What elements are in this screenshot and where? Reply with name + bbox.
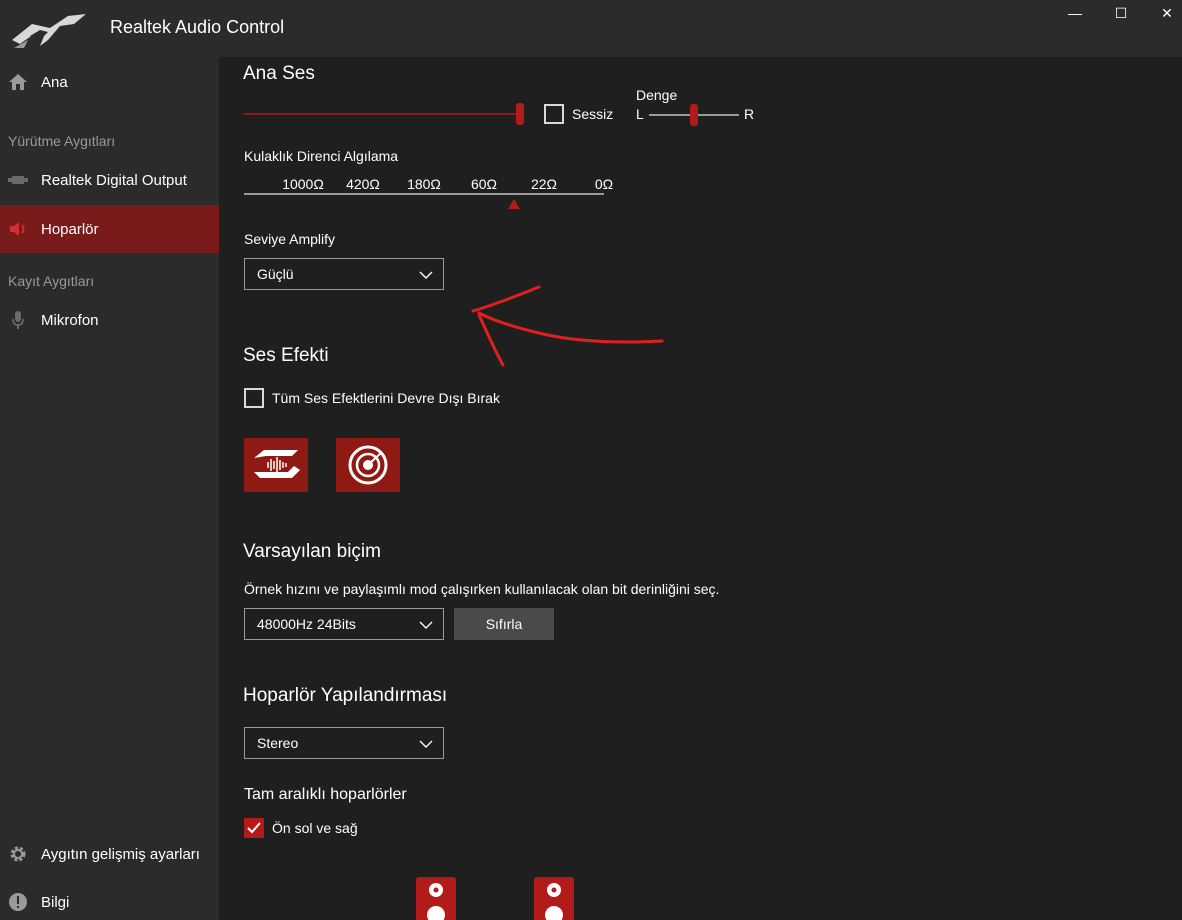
impedance-tick: 180Ω — [407, 176, 441, 192]
sonic-studio-tile[interactable] — [244, 438, 308, 492]
section-recording-devices: Kayıt Aygıtları — [8, 273, 95, 289]
minimize-button[interactable]: — — [1052, 0, 1098, 26]
section-title-default-format: Varsayılan biçim — [243, 541, 381, 562]
sidebar-item-label: Aygıtın gelişmiş ayarları — [41, 845, 200, 863]
sonic-studio-icon — [254, 450, 300, 478]
impedance-tick: 60Ω — [470, 176, 498, 192]
impedance-tick: 1000Ω — [282, 176, 324, 192]
sidebar-item-label: Bilgi — [41, 893, 70, 911]
title-bar: Realtek Audio Control — ☐ ✕ — [0, 0, 1182, 57]
dropdown-value: Stereo — [257, 735, 299, 751]
speaker-icon — [8, 219, 28, 239]
chevron-down-icon — [419, 271, 433, 279]
sidebar-item-label: Hoparlör — [41, 220, 99, 238]
front-lr-checkbox[interactable] — [244, 818, 264, 838]
home-icon — [8, 72, 28, 92]
sidebar-item-bilgi[interactable]: Bilgi — [0, 878, 219, 920]
sidebar-item-label: Ana — [41, 73, 68, 91]
sidebar-item-realtek-digital-output[interactable]: Realtek Digital Output — [0, 156, 219, 204]
sidebar-item-mikrofon[interactable]: Mikrofon — [0, 296, 219, 344]
info-icon — [8, 892, 28, 912]
disable-all-effects-checkbox[interactable] — [244, 388, 264, 408]
sidebar-item-label: Mikrofon — [41, 311, 99, 329]
digital-output-icon — [8, 170, 28, 190]
close-icon: ✕ — [1161, 4, 1173, 21]
front-lr-label: Ön sol ve sağ — [272, 820, 358, 836]
main-volume-slider-track[interactable] — [244, 113, 520, 115]
sidebar: Ana Yürütme Aygıtları Realtek Digital Ou… — [0, 57, 219, 920]
maximize-button[interactable]: ☐ — [1098, 0, 1144, 26]
dropdown-value: Güçlü — [257, 266, 294, 282]
speaker-cabinet-icon — [427, 883, 445, 920]
default-format-dropdown[interactable]: 48000Hz 24Bits — [244, 608, 444, 640]
close-button[interactable]: ✕ — [1144, 0, 1182, 26]
balance-right-label: R — [744, 106, 755, 122]
annotation-arrow-icon — [471, 285, 664, 367]
impedance-tick: 22Ω — [530, 176, 558, 192]
main-volume-slider-thumb[interactable] — [516, 103, 524, 125]
app-title: Realtek Audio Control — [110, 17, 285, 37]
impedance-tick: 420Ω — [346, 176, 380, 192]
sidebar-item-hoparlor[interactable]: Hoparlör — [0, 205, 219, 253]
amplify-title: Seviye Amplify — [244, 231, 336, 247]
speaker-config-dropdown[interactable]: Stereo — [244, 727, 444, 759]
mute-label: Sessiz — [572, 106, 614, 122]
balance-left-label: L — [636, 106, 644, 122]
minimize-icon: — — [1068, 5, 1082, 21]
impedance-title: Kulaklık Direnci Algılama — [244, 148, 399, 164]
rog-logo-icon — [12, 14, 86, 48]
mute-checkbox[interactable] — [544, 104, 564, 124]
balance-title: Denge — [636, 87, 678, 103]
checkmark-icon — [247, 822, 261, 834]
main-panel: Ana Ses Sessiz Denge L R Kulaklık Direnc… — [219, 57, 1182, 920]
section-title-sound-effects: Ses Efekti — [243, 345, 329, 366]
disable-all-effects-label: Tüm Ses Efektlerini Devre Dışı Bırak — [272, 390, 500, 406]
amplify-dropdown[interactable]: Güçlü — [244, 258, 444, 290]
reset-button[interactable]: Sıfırla — [454, 608, 554, 640]
front-right-speaker[interactable] — [534, 877, 574, 920]
sonic-radar-tile[interactable] — [336, 438, 400, 492]
impedance-scale-line — [244, 193, 604, 195]
microphone-icon — [8, 310, 28, 330]
gear-icon — [8, 844, 28, 864]
speaker-cabinet-icon — [545, 883, 563, 920]
sidebar-item-advanced-settings[interactable]: Aygıtın gelişmiş ayarları — [0, 830, 219, 878]
impedance-tick: 0Ω — [594, 176, 614, 192]
front-left-speaker[interactable] — [416, 877, 456, 920]
section-title-speaker-config: Hoparlör Yapılandırması — [243, 685, 448, 706]
impedance-marker-icon — [508, 199, 520, 209]
default-format-description: Örnek hızını ve paylaşımlı mod çalışırke… — [244, 581, 720, 597]
sidebar-item-ana[interactable]: Ana — [0, 58, 219, 106]
chevron-down-icon — [419, 621, 433, 629]
dropdown-value: 48000Hz 24Bits — [257, 616, 356, 632]
sidebar-item-label: Realtek Digital Output — [41, 171, 187, 189]
section-title-main-volume: Ana Ses — [243, 63, 315, 84]
maximize-icon: ☐ — [1114, 4, 1128, 21]
chevron-down-icon — [419, 740, 433, 748]
sonic-radar-icon — [348, 445, 388, 485]
balance-slider-thumb[interactable] — [690, 104, 698, 126]
fullrange-speakers-title: Tam aralıklı hoparlörler — [244, 786, 407, 803]
section-playback-devices: Yürütme Aygıtları — [8, 133, 116, 149]
